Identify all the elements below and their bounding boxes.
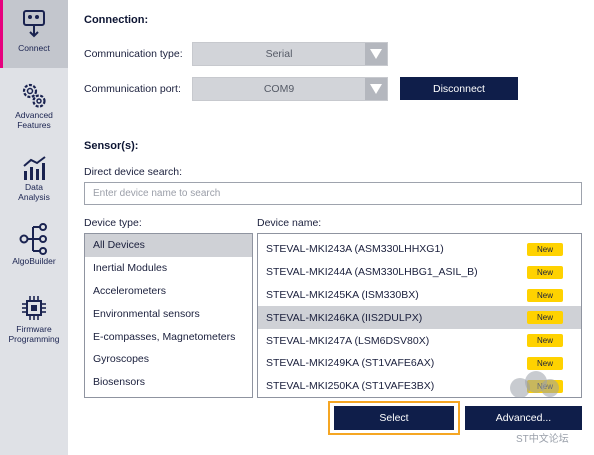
new-badge: New [527,288,563,302]
sensors-title: Sensor(s): [84,140,139,152]
algo-tree-icon [18,222,50,256]
device-name: STEVAL-MKI250KA (ST1VAFE3BX) [266,380,435,393]
forum-logo-icon [506,368,562,405]
device-type-item[interactable]: Accelerometers [85,280,252,303]
device-list-item[interactable]: STEVAL-MKI247A (LSM6DSV80X) New [258,329,581,352]
device-type-label: Device type: [84,217,142,229]
communication-port-select[interactable]: COM9 [192,77,388,101]
advanced-button[interactable]: Advanced... [465,406,582,430]
sidebar-item-advanced-features[interactable]: Advanced Features [0,80,68,140]
sidebar-item-data-analysis[interactable]: Data Analysis [0,155,68,210]
sidebar-item-label: Advanced Features [15,110,53,130]
device-type-item[interactable]: E-compasses, Magnetometers [85,325,252,348]
device-name-label: Device name: [257,217,322,229]
device-type-list[interactable]: All Devices Inertial Modules Acceleromet… [84,233,253,398]
bar-chart-icon [21,155,47,182]
chevron-down-icon[interactable] [365,78,387,100]
device-name: STEVAL-MKI246KA (IIS2DULPX) [266,311,423,324]
chip-icon [20,294,48,324]
communication-type-label: Communication type: [84,48,183,60]
main-panel: Connection: Communication type: Serial C… [68,0,594,455]
device-list-item-selected[interactable]: STEVAL-MKI246KA (IIS2DULPX) New [258,306,581,330]
device-name: STEVAL-MKI249KA (ST1VAFE6AX) [266,357,435,370]
connect-icon [20,9,48,43]
device-search-input[interactable] [84,182,582,205]
sidebar-item-label: Data Analysis [18,182,50,202]
communication-type-value: Serial [265,48,293,60]
device-type-item[interactable]: All Devices [85,234,252,257]
sidebar-item-firmware-programming[interactable]: Firmware Programming [0,294,68,350]
sidebar-item-connect[interactable]: Connect [0,0,68,68]
device-name: STEVAL-MKI243A (ASM330LHHXG1) [266,243,444,256]
device-type-item[interactable]: Biosensors [85,371,252,394]
select-button[interactable]: Select [334,406,454,430]
chevron-down-icon[interactable] [365,43,387,65]
new-badge: New [527,243,563,256]
connection-title: Connection: [84,14,149,26]
device-name: STEVAL-MKI245KA (ISM330BX) [266,288,419,301]
sidebar-item-algobuilder[interactable]: AlgoBuilder [0,222,68,272]
communication-type-select[interactable]: Serial [192,42,388,66]
direct-search-label: Direct device search: [84,166,183,178]
sidebar-item-label: AlgoBuilder [12,256,56,266]
communication-port-label: Communication port: [84,83,181,95]
device-list-item[interactable]: STEVAL-MKI245KA (ISM330BX) New [258,284,581,307]
new-badge: New [527,334,563,348]
gears-icon [19,80,49,110]
forum-watermark: ST中文论坛 [516,434,569,445]
communication-port-value: COM9 [263,83,295,95]
sidebar: Connect Advanced Features Data Analysis [0,0,68,455]
new-badge: New [527,265,563,279]
device-name: STEVAL-MKI244A (ASM330LHBG1_ASIL_B) [266,266,478,279]
device-type-item[interactable]: Gyroscopes [85,348,252,371]
device-list-item[interactable]: STEVAL-MKI243A (ASM330LHHXG1) New [258,238,581,261]
device-list-item[interactable]: STEVAL-MKI244A (ASM330LHBG1_ASIL_B) New [258,261,581,284]
disconnect-button[interactable]: Disconnect [400,77,518,100]
new-badge: New [527,311,563,325]
sidebar-item-label: Firmware Programming [8,324,60,344]
device-type-item[interactable]: Inertial Modules [85,257,252,280]
sidebar-item-label: Connect [18,43,50,53]
device-type-item[interactable]: Environmental sensors [85,302,252,325]
device-name: STEVAL-MKI247A (LSM6DSV80X) [266,334,430,347]
